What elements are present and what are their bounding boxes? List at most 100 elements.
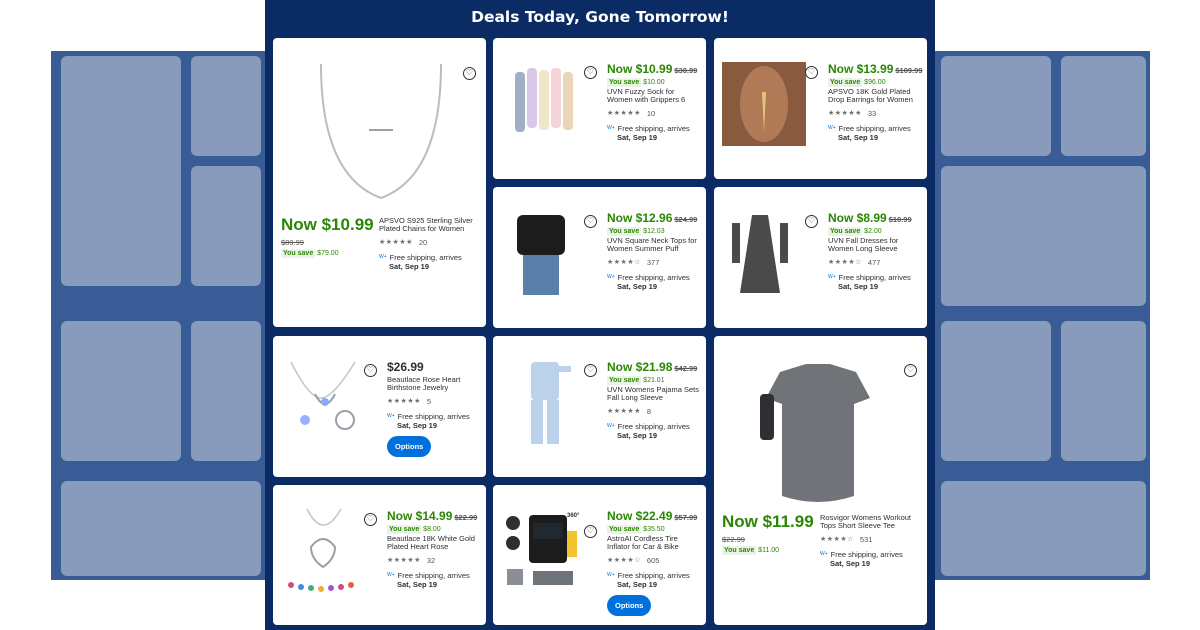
shipping-text: Free shipping, arrives [397,570,470,580]
product-card-earrings[interactable]: ♡ Now $13.99 $109.99 You save $96.00 APSV… [714,38,927,179]
background-tile [191,166,261,286]
rating-stars-icon: ★★★★☆ [607,259,641,267]
favorite-heart-icon[interactable]: ♡ [584,525,597,538]
product-title[interactable]: UVN Square Neck Tops for Women Summer Pu… [607,237,700,254]
favorite-heart-icon[interactable]: ♡ [904,364,917,377]
favorite-heart-icon[interactable]: ♡ [364,513,377,526]
favorite-heart-icon[interactable]: ♡ [584,66,597,79]
product-image[interactable] [722,62,806,146]
walmart-plus-icon: W+ [607,125,615,132]
arrival-date: Sat, Sep 19 [617,133,658,143]
background-tile [1061,321,1146,461]
favorite-heart-icon[interactable]: ♡ [805,66,818,79]
shipping-text: Free shipping, arrives [838,272,911,282]
shipping-text: Free shipping, arrives [617,123,690,133]
background-tile [941,321,1051,461]
product-title[interactable]: UVN Womens Pajama Sets Fall Long Sleeve [607,386,700,403]
walmart-plus-icon: W+ [828,125,836,132]
walmart-plus-icon: W+ [387,572,395,579]
shipping-text: Free shipping, arrives [389,252,462,262]
product-image[interactable] [728,209,792,297]
you-save-label: You save [828,78,863,87]
background-tile [61,481,261,576]
product-card-square-neck-top[interactable]: ♡ Now $12.96 $24.99 You save $12.03 UVN S… [493,187,706,328]
save-amount: $21.01 [643,377,665,384]
now-price: Now $13.99 [828,62,894,76]
you-save-label: You save [281,249,316,258]
now-price: Now $22.49 [607,509,673,523]
favorite-heart-icon[interactable]: ♡ [584,215,597,228]
background-tile [941,481,1146,576]
arrival-date: Sat, Sep 19 [397,421,438,431]
you-save-label: You save [607,78,642,87]
rating-stars-icon: ★★★★☆ [607,557,641,565]
shipping-text: Free shipping, arrives [838,123,911,133]
arrival-date: Sat, Sep 19 [617,580,658,590]
background-tile [61,321,181,461]
product-image[interactable] [509,64,579,144]
was-price: $57.99 [674,513,698,522]
now-price: Now $10.99 [281,215,374,234]
product-title[interactable]: Rosvigor Womens Workout Tops Short Sleev… [820,514,920,531]
deals-panel: Deals Today, Gone Tomorrow! ♡ Now $10.99… [265,0,935,630]
product-card-pajama-set[interactable]: ♡ Now $21.98 $42.99 You save $21.01 UVN W… [493,336,706,477]
product-title[interactable]: APSVO 18K Gold Plated Drop Earrings for … [828,88,921,105]
review-count: 20 [418,237,428,247]
product-image[interactable] [517,358,573,446]
rating-stars-icon: ★★★★★ [607,110,641,118]
options-button[interactable]: Options [607,595,652,617]
product-card-tire-inflator[interactable]: 360° ♡ Now $22.49 $57.99 You save $35.50 … [493,485,706,625]
walmart-plus-icon: W+ [379,254,387,261]
shipping-text: Free shipping, arrives [397,411,470,421]
shipping-text: Free shipping, arrives [830,549,903,559]
arrival-date: Sat, Sep 19 [830,559,871,569]
save-amount: $2.00 [864,228,882,235]
product-card-rose-necklace[interactable]: ♡ Now $14.99 $22.99 You save $8.00 Beautl… [273,485,486,625]
product-image[interactable] [283,505,365,595]
product-title[interactable]: Beautlace 18K White Gold Plated Heart Ro… [387,535,480,552]
now-price: Now $11.99 [722,512,814,531]
you-save-label: You save [387,525,422,534]
product-card-socks[interactable]: ♡ Now $10.99 $30.99 You save $10.00 UVN F… [493,38,706,179]
save-amount: $35.50 [643,526,665,533]
product-image[interactable] [301,56,461,206]
product-title[interactable]: AstroAI Cordless Tire Inflator for Car &… [607,535,700,552]
was-price: $89.99 [281,238,304,247]
arrival-date: Sat, Sep 19 [838,282,879,292]
arrival-date: Sat, Sep 19 [617,431,658,441]
product-image[interactable] [509,209,573,297]
product-card-necklace[interactable]: ♡ Now $10.99 $89.99 You save $79.00 APSV… [273,38,486,327]
arrival-date: Sat, Sep 19 [617,282,658,292]
walmart-plus-icon: W+ [387,413,395,420]
now-price: Now $8.99 [828,211,887,225]
favorite-heart-icon[interactable]: ♡ [805,215,818,228]
favorite-heart-icon[interactable]: ♡ [463,67,476,80]
save-amount: $8.00 [423,526,441,533]
product-image[interactable] [285,358,363,438]
favorite-heart-icon[interactable]: ♡ [584,364,597,377]
was-price: $109.99 [895,66,923,75]
options-button[interactable]: Options [387,436,432,458]
was-price: $22.99 [454,513,478,522]
product-card-jewelry-set[interactable]: ♡ $26.99 Beautlace Rose Heart Birthstone… [273,336,486,477]
background-tile [1061,56,1146,156]
now-price: Now $10.99 [607,62,673,76]
arrival-date: Sat, Sep 19 [397,580,438,590]
you-save-label: You save [607,376,642,385]
rotate-360-badge: 360° [567,513,580,519]
arrival-date: Sat, Sep 19 [838,133,879,143]
product-title[interactable]: APSVO S925 Sterling Silver Plated Chains… [379,217,479,234]
save-amount: $10.00 [643,79,665,86]
walmart-plus-icon: W+ [820,551,828,558]
product-card-fall-dress[interactable]: ♡ Now $8.99 $10.99 You save $2.00 UVN Fal… [714,187,927,328]
product-title[interactable]: Beautlace Rose Heart Birthstone Jewelry [387,376,480,393]
product-image[interactable] [758,358,878,506]
save-amount: $96.00 [864,79,886,86]
product-card-workout-tee[interactable]: ♡ Now $11.99 $22.99 You save $11.00 Rosv… [714,336,927,625]
product-title[interactable]: UVN Fuzzy Sock for Women with Grippers 6 [607,88,700,105]
review-count: 477 [867,257,881,267]
was-price: $30.99 [674,66,698,75]
product-image[interactable] [503,511,583,591]
product-title[interactable]: UVN Fall Dresses for Women Long Sleeve [828,237,921,254]
favorite-heart-icon[interactable]: ♡ [364,364,377,377]
